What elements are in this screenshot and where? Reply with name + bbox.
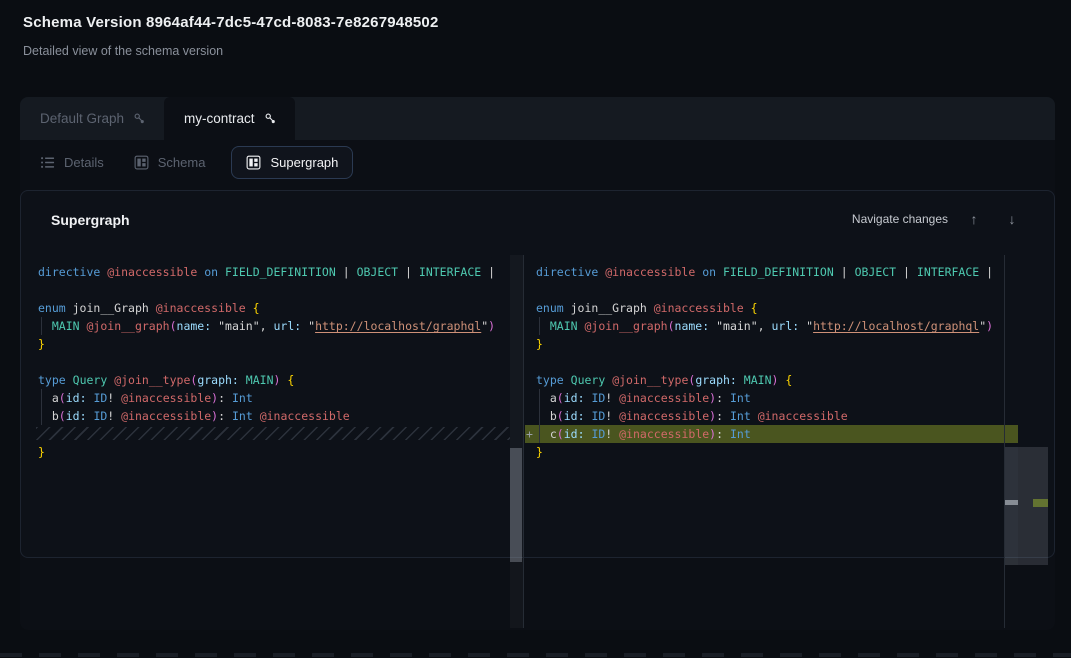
- code-line: [525, 281, 1005, 299]
- indent-guide: [41, 389, 42, 407]
- indent-guide: [41, 407, 42, 425]
- added-line-extension: [1005, 425, 1018, 443]
- view-tab-bar: Details Schema Supergraph: [20, 140, 1055, 184]
- code-line: }: [30, 335, 510, 353]
- code-line: type Query @join__type(graph: MAIN) {: [525, 371, 1005, 389]
- navigate-changes-controls: Navigate changes ↑ ↓: [852, 207, 1024, 231]
- diff-editor-left-pane[interactable]: directive @inaccessible on FIELD_DEFINIT…: [30, 255, 510, 573]
- code-line: [525, 353, 1005, 371]
- indent-guide: [41, 317, 42, 335]
- arrow-down-icon: ↓: [1009, 211, 1016, 227]
- bottom-dashed-divider: [0, 653, 1071, 657]
- indent-guide: [539, 425, 540, 443]
- code-line: MAIN @join__graph(name: "main", url: "ht…: [525, 317, 1005, 335]
- indent-guide: [539, 389, 540, 407]
- variant-icon: [133, 112, 146, 125]
- modified-line-marker: [1005, 500, 1018, 505]
- diff-editor-right-pane[interactable]: directive @inaccessible on FIELD_DEFINIT…: [525, 255, 1005, 573]
- view-tab-label: Details: [64, 155, 104, 170]
- code-line: }: [525, 335, 1005, 353]
- view-tab-label: Schema: [158, 155, 206, 170]
- added-line-marker: [1033, 499, 1048, 507]
- code-line: type Query @join__type(graph: MAIN) {: [30, 371, 510, 389]
- added-code-line: c(id: ID! @inaccessible): Int+: [525, 425, 1005, 443]
- code-line: a(id: ID! @inaccessible): Int: [30, 389, 510, 407]
- tab-my-contract[interactable]: my-contract: [164, 97, 295, 140]
- code-line: b(id: ID! @inaccessible): Int @inaccessi…: [30, 407, 510, 425]
- graph-tab-bar: Default Graph my-contract: [20, 97, 1055, 140]
- code-line: [30, 353, 510, 371]
- left-scrollbar[interactable]: [510, 448, 522, 562]
- code-line: enum join__Graph @inaccessible {: [30, 299, 510, 317]
- added-line-plus-icon: +: [526, 425, 533, 443]
- view-tab-label: Supergraph: [270, 155, 338, 170]
- panel-title: Supergraph: [51, 212, 130, 228]
- code-line: b(id: ID! @inaccessible): Int @inaccessi…: [525, 407, 1005, 425]
- tab-details[interactable]: Details: [40, 155, 104, 170]
- code-line: }: [30, 443, 510, 461]
- indent-guide: [539, 317, 540, 335]
- left-scrollbar-track: [510, 255, 523, 628]
- board-icon: [246, 155, 261, 170]
- navigate-previous-change-button[interactable]: ↑: [962, 207, 986, 231]
- tab-label: Default Graph: [40, 111, 124, 126]
- code-line: enum join__Graph @inaccessible {: [525, 299, 1005, 317]
- code-line: a(id: ID! @inaccessible): Int: [525, 389, 1005, 407]
- tab-schema[interactable]: Schema: [134, 155, 206, 170]
- variant-icon: [264, 112, 277, 125]
- arrow-up-icon: ↑: [971, 211, 978, 227]
- right-pane-edge: [1004, 255, 1005, 628]
- right-scrollbar[interactable]: [1005, 447, 1018, 565]
- tab-supergraph[interactable]: Supergraph: [231, 146, 353, 179]
- code-line: }: [525, 443, 1005, 461]
- board-icon: [134, 155, 149, 170]
- page-title: Schema Version 8964af44-7dc5-47cd-8083-7…: [23, 14, 439, 31]
- tab-default-graph[interactable]: Default Graph: [20, 97, 164, 140]
- code-line: [30, 281, 510, 299]
- indent-guide: [539, 407, 540, 425]
- list-icon: [40, 155, 55, 170]
- navigate-changes-label: Navigate changes: [852, 212, 948, 226]
- diff-gap-hatch: [30, 425, 510, 443]
- code-line: directive @inaccessible on FIELD_DEFINIT…: [30, 263, 510, 281]
- page-subtitle: Detailed view of the schema version: [23, 44, 223, 58]
- diff-editor-sash[interactable]: [523, 255, 524, 628]
- code-line: MAIN @join__graph(name: "main", url: "ht…: [30, 317, 510, 335]
- tab-label: my-contract: [184, 111, 255, 126]
- navigate-next-change-button[interactable]: ↓: [1000, 207, 1024, 231]
- code-line: directive @inaccessible on FIELD_DEFINIT…: [525, 263, 1005, 281]
